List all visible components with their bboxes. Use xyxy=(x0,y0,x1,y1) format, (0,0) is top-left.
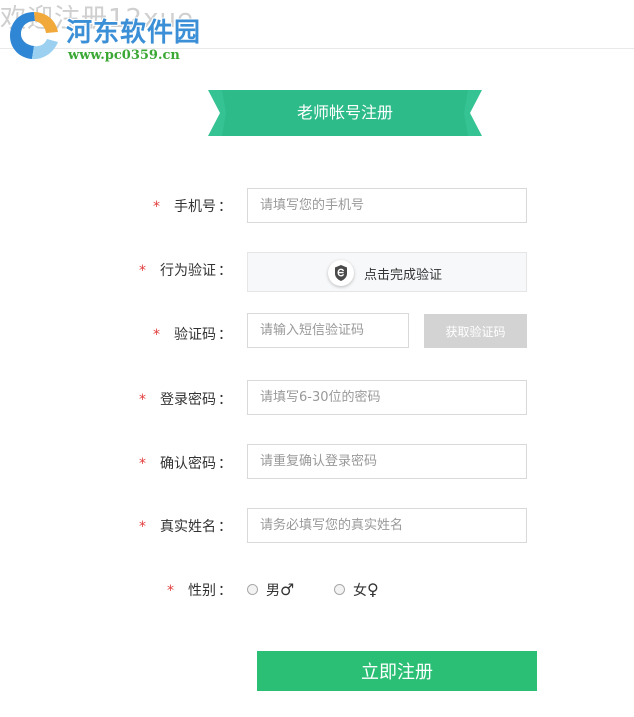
male-text: 男 xyxy=(266,583,280,599)
shield-e-icon xyxy=(328,260,354,286)
logo-icon xyxy=(10,12,58,60)
confirm-password-label-text: 确认密码 xyxy=(160,456,216,472)
label-colon: ： xyxy=(218,519,232,535)
gender-female-radio[interactable] xyxy=(334,584,345,595)
label-colon: ： xyxy=(218,327,232,343)
required-mark: * xyxy=(153,327,160,343)
label-colon: ： xyxy=(218,199,232,215)
required-mark: * xyxy=(139,519,146,535)
realname-label: * 真实姓名： xyxy=(0,516,232,536)
gender-label: * 性别： xyxy=(0,580,232,600)
label-colon: ： xyxy=(218,456,232,472)
label-colon: ： xyxy=(218,583,232,599)
logo-name: 河东软件园 xyxy=(66,18,202,48)
gender-label-text: 性别 xyxy=(188,583,216,599)
female-symbol-icon: ♀ xyxy=(367,580,379,599)
label-colon: ： xyxy=(218,392,232,408)
gender-male-radio[interactable] xyxy=(247,584,258,595)
form-title: 老师帐号注册 xyxy=(296,103,393,122)
behavior-label-text: 行为验证 xyxy=(160,263,216,279)
sms-code-label-text: 验证码 xyxy=(174,327,216,343)
password-input[interactable] xyxy=(247,380,527,415)
behavior-label: * 行为验证： xyxy=(0,260,232,280)
header: 欢迎注册12xue 河东软件园 www.pc0359.cn xyxy=(0,0,634,63)
female-text: 女 xyxy=(353,583,367,599)
password-label-text: 登录密码 xyxy=(160,392,216,408)
required-mark: * xyxy=(153,199,160,215)
phone-label: * 手机号： xyxy=(0,196,232,216)
sms-code-input[interactable] xyxy=(247,313,409,348)
required-mark: * xyxy=(167,583,174,599)
realname-label-text: 真实姓名 xyxy=(160,519,216,535)
gender-female-label[interactable]: 女♀ xyxy=(353,580,379,600)
gender-male-label[interactable]: 男♂ xyxy=(266,580,294,600)
form-title-ribbon: 老师帐号注册 xyxy=(208,90,482,136)
phone-input[interactable] xyxy=(247,188,527,223)
required-mark: * xyxy=(139,263,146,279)
behavior-verify-text: 点击完成验证 xyxy=(364,268,443,283)
confirm-password-label: * 确认密码： xyxy=(0,453,232,473)
required-mark: * xyxy=(139,392,146,408)
required-mark: * xyxy=(139,456,146,472)
logo-url: www.pc0359.cn xyxy=(68,48,180,63)
label-colon: ： xyxy=(218,263,232,279)
get-sms-code-button[interactable]: 获取验证码 xyxy=(424,314,527,348)
realname-input[interactable] xyxy=(247,508,527,543)
password-label: * 登录密码： xyxy=(0,389,232,409)
male-symbol-icon: ♂ xyxy=(280,580,295,599)
register-button[interactable]: 立即注册 xyxy=(257,651,537,691)
sms-code-label: * 验证码： xyxy=(0,324,232,344)
confirm-password-input[interactable] xyxy=(247,444,527,479)
behavior-verify-button[interactable]: 点击完成验证 xyxy=(247,252,527,292)
phone-label-text: 手机号 xyxy=(174,199,216,215)
